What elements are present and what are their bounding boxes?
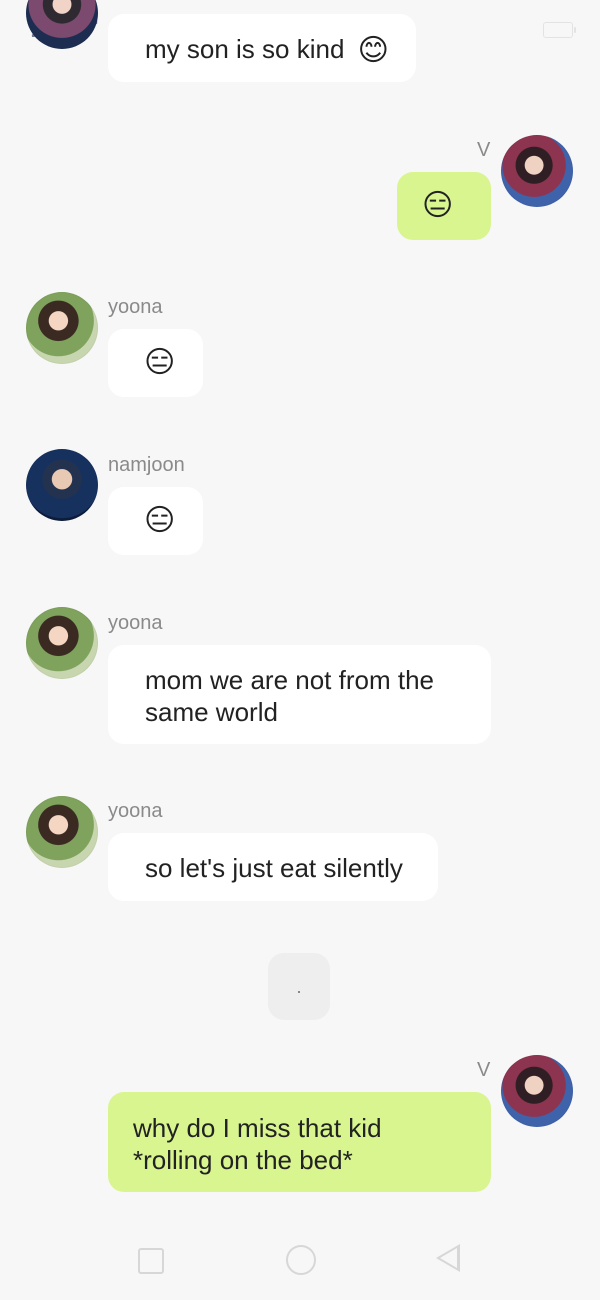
message-bubble-8: why do I miss that kid *rolling on the b… bbox=[108, 1092, 491, 1192]
message-bubble-1: my son is so kind 😊 bbox=[108, 14, 416, 82]
message-bubble-4: 😑 bbox=[108, 487, 203, 555]
typing-indicator: . bbox=[268, 953, 330, 1020]
sender-name-8: V bbox=[477, 1059, 491, 1081]
sender-name-3: yoona bbox=[108, 296, 163, 318]
smile-emoji-icon: 😊 bbox=[357, 34, 389, 67]
message-text-8-line-1: why do I miss that kid bbox=[133, 1113, 382, 1143]
message-text-5-line-1: mom we are not from the bbox=[145, 665, 434, 695]
avatar bbox=[26, 449, 98, 521]
avatar bbox=[26, 292, 98, 364]
avatar bbox=[26, 796, 98, 868]
sender-name-6: yoona bbox=[108, 800, 163, 822]
sender-name-4: namjoon bbox=[108, 454, 185, 476]
message-bubble-2: 😑 bbox=[397, 172, 491, 240]
expressionless-emoji-icon: 😑 bbox=[144, 346, 176, 379]
back-icon[interactable] bbox=[436, 1244, 460, 1272]
message-bubble-3: 😑 bbox=[108, 329, 203, 397]
avatar bbox=[501, 1055, 573, 1127]
message-bubble-6: so let's just eat silently bbox=[108, 833, 438, 901]
expressionless-emoji-icon: 😑 bbox=[422, 189, 454, 222]
sender-name-2: V bbox=[477, 139, 491, 161]
square-icon[interactable] bbox=[138, 1248, 164, 1274]
avatar bbox=[26, 607, 98, 679]
navigation-bar bbox=[0, 1218, 600, 1300]
expressionless-emoji-icon: 😑 bbox=[144, 504, 176, 537]
message-text-5-line-2: same world bbox=[145, 697, 278, 727]
circle-icon[interactable] bbox=[286, 1245, 316, 1275]
battery-icon bbox=[543, 22, 576, 38]
message-text-6: so let's just eat silently bbox=[145, 853, 403, 883]
message-text-1: my son is so kind bbox=[145, 34, 345, 64]
sender-name-5: yoona bbox=[108, 612, 163, 634]
message-text-8-line-2: *rolling on the bed* bbox=[133, 1145, 353, 1175]
message-bubble-5: mom we are not from the same world bbox=[108, 645, 491, 744]
typing-dot: . bbox=[296, 977, 302, 997]
avatar bbox=[501, 135, 573, 207]
